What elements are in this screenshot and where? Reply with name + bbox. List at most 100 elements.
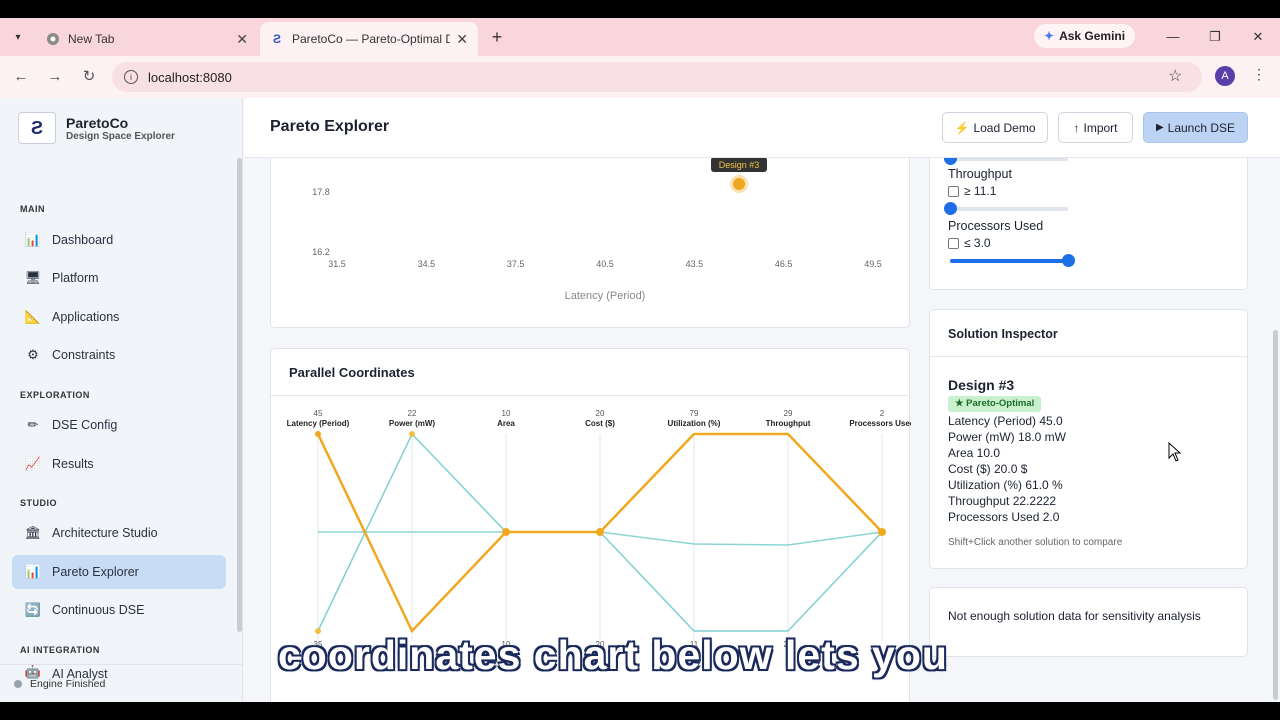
address-bar[interactable]: i localhost:8080: [112, 62, 1202, 92]
throughput-filter-checkbox[interactable]: ≥ 11.1: [948, 184, 996, 198]
sidebar-item-label: Applications: [52, 310, 120, 324]
pareto-scatter-chart[interactable]: 17.8 16.2 31.5 34.5 37.5 40.5 43.5 46.5 49.5 Late…: [271, 158, 911, 329]
sidebar: Ƨ ParetoCo Design Space Explorer MAIN 📊 …: [0, 98, 243, 702]
processors-slider[interactable]: [950, 254, 1075, 267]
checkbox-icon[interactable]: [948, 237, 959, 249]
import-label: Import: [1083, 120, 1118, 135]
filter-slider-hidden[interactable]: [944, 158, 1068, 165]
sidebar-item-continuous-dse[interactable]: 🔄 Continuous DSE: [12, 593, 226, 627]
reload-icon[interactable]: ↻: [78, 66, 100, 88]
section-ai-integration: AI INTEGRATION: [20, 645, 100, 655]
checkbox-icon[interactable]: [948, 185, 959, 197]
brand-name: ParetoCo: [66, 114, 129, 131]
load-demo-label: Load Demo: [973, 120, 1036, 135]
slider-knob[interactable]: [944, 158, 957, 165]
pc-point: [409, 431, 415, 437]
sidebar-item-platform[interactable]: 🖥 Platform: [12, 261, 226, 295]
cycle-icon: 🔄: [24, 602, 42, 617]
bookmark-star-icon[interactable]: ☆: [1168, 66, 1182, 86]
slider-knob[interactable]: [1062, 254, 1075, 267]
sidebar-item-label: Architecture Studio: [52, 526, 158, 540]
tab-bar: ▾ New Tab ✕ Ƨ ParetoCo — Pareto-Optimal …: [0, 18, 1280, 56]
brand[interactable]: Ƨ ParetoCo Design Space Explorer: [18, 112, 175, 144]
throughput-slider[interactable]: [944, 202, 1068, 215]
import-button[interactable]: ↑ Import: [1058, 112, 1133, 143]
play-icon: ▶: [1155, 122, 1164, 133]
pc-axis-name: Area: [497, 419, 515, 428]
engine-status-text: Engine Finished: [30, 677, 106, 690]
pc-axis-max: 2: [880, 409, 885, 418]
pc-point: [596, 528, 604, 536]
metric-throughput: Throughput 22.2222: [948, 494, 1057, 508]
load-demo-button[interactable]: ⚡ Load Demo: [942, 112, 1048, 143]
tab-paretoco[interactable]: Ƨ ParetoCo — Pareto-Optimal De ✕: [260, 22, 478, 56]
sidebar-item-dashboard[interactable]: 📊 Dashboard: [12, 223, 226, 257]
minimize-button[interactable]: —: [1162, 26, 1184, 48]
ask-gemini-button[interactable]: ✦ Ask Gemini: [1034, 24, 1136, 48]
forward-icon[interactable]: →: [44, 66, 66, 88]
divider: [930, 356, 1247, 357]
metric-power: Power (mW) 18.0 mW: [948, 430, 1067, 444]
x-tick-label: 46.5: [775, 259, 793, 269]
processors-filter-value: ≤ 3.0: [964, 236, 991, 250]
sidebar-item-label: Dashboard: [52, 233, 114, 247]
slider-fill: [950, 259, 1068, 263]
selected-design-name: Design #3: [948, 377, 1015, 393]
bar-chart-icon: 📊: [24, 232, 42, 247]
sidebar-item-constraints[interactable]: ⚙ Constraints: [12, 338, 226, 372]
pc-axis-name: Power (mW): [389, 419, 436, 428]
launch-dse-button[interactable]: ▶ Launch DSE: [1143, 112, 1248, 143]
chrome-icon: [46, 32, 60, 46]
sidebar-item-applications[interactable]: 📐 Applications: [12, 300, 226, 334]
main-scrollbar[interactable]: [1273, 330, 1278, 700]
chrome-menu-icon[interactable]: ⋮: [1252, 66, 1266, 83]
sidebar-item-pareto-explorer[interactable]: 📊 Pareto Explorer: [12, 555, 226, 589]
tab-new-tab[interactable]: New Tab ✕: [36, 22, 258, 56]
processors-filter-checkbox[interactable]: ≤ 3.0: [948, 236, 991, 250]
throughput-filter-label: Throughput: [948, 167, 1012, 181]
pc-point: [315, 431, 321, 437]
sidebar-item-label: Platform: [52, 271, 99, 285]
pc-axis-max: 29: [784, 409, 793, 418]
new-tab-button[interactable]: +: [486, 26, 508, 48]
x-tick-label: 43.5: [686, 259, 704, 269]
sidebar-item-label: Constraints: [52, 348, 116, 362]
tooltip-label: Design #3: [719, 160, 760, 170]
compare-hint: Shift+Click another solution to compare: [948, 537, 1123, 548]
back-icon[interactable]: ←: [10, 66, 32, 88]
close-tab-icon[interactable]: ✕: [236, 31, 248, 48]
close-tab-icon[interactable]: ✕: [456, 31, 468, 48]
metric-area: Area 10.0: [948, 446, 1001, 460]
page-header: Pareto Explorer ⚡ Load Demo ↑ Import ▶ L…: [244, 98, 1280, 158]
sidebar-scrollbar[interactable]: [237, 158, 242, 632]
page-title: Pareto Explorer: [270, 118, 390, 135]
pc-axis-max: 10: [502, 409, 511, 418]
close-window-button[interactable]: ✕: [1247, 26, 1269, 48]
triangle-ruler-icon: 📐: [24, 309, 42, 324]
x-tick-label: 34.5: [418, 259, 436, 269]
section-main: MAIN: [20, 204, 45, 214]
engine-status: Engine Finished: [0, 664, 243, 702]
slider-knob[interactable]: [944, 202, 957, 215]
pc-axis-max: 20: [596, 409, 605, 418]
upload-arrow-icon: ↑: [1073, 120, 1080, 135]
pareto-scatter-card: 17.8 16.2 31.5 34.5 37.5 40.5 43.5 46.5 49.5 Late…: [270, 158, 910, 328]
site-info-icon[interactable]: i: [124, 70, 138, 84]
metric-processors: Processors Used 2.0: [948, 510, 1060, 524]
sidebar-item-dse-config[interactable]: ✏ DSE Config: [12, 408, 226, 442]
parallel-coordinates-title: Parallel Coordinates: [289, 365, 415, 380]
tab-search-icon[interactable]: ▾: [8, 28, 28, 48]
x-tick-label: 37.5: [507, 259, 525, 269]
restore-button[interactable]: ❐: [1204, 26, 1226, 48]
x-tick-label: 40.5: [596, 259, 614, 269]
processors-filter-label: Processors Used: [948, 219, 1044, 233]
sidebar-item-results[interactable]: 📈 Results: [12, 447, 226, 481]
pc-axis-max: 79: [690, 409, 699, 418]
profile-avatar[interactable]: A: [1215, 66, 1235, 86]
pc-axis-name: Processors Used: [849, 419, 911, 428]
pc-axis-name: Latency (Period): [287, 419, 350, 428]
pencil-icon: ✏: [27, 417, 39, 432]
sidebar-item-architecture-studio[interactable]: 🏛 Architecture Studio: [12, 516, 226, 550]
pc-axis-name: Utilization (%): [668, 419, 721, 428]
section-studio: STUDIO: [20, 498, 58, 508]
